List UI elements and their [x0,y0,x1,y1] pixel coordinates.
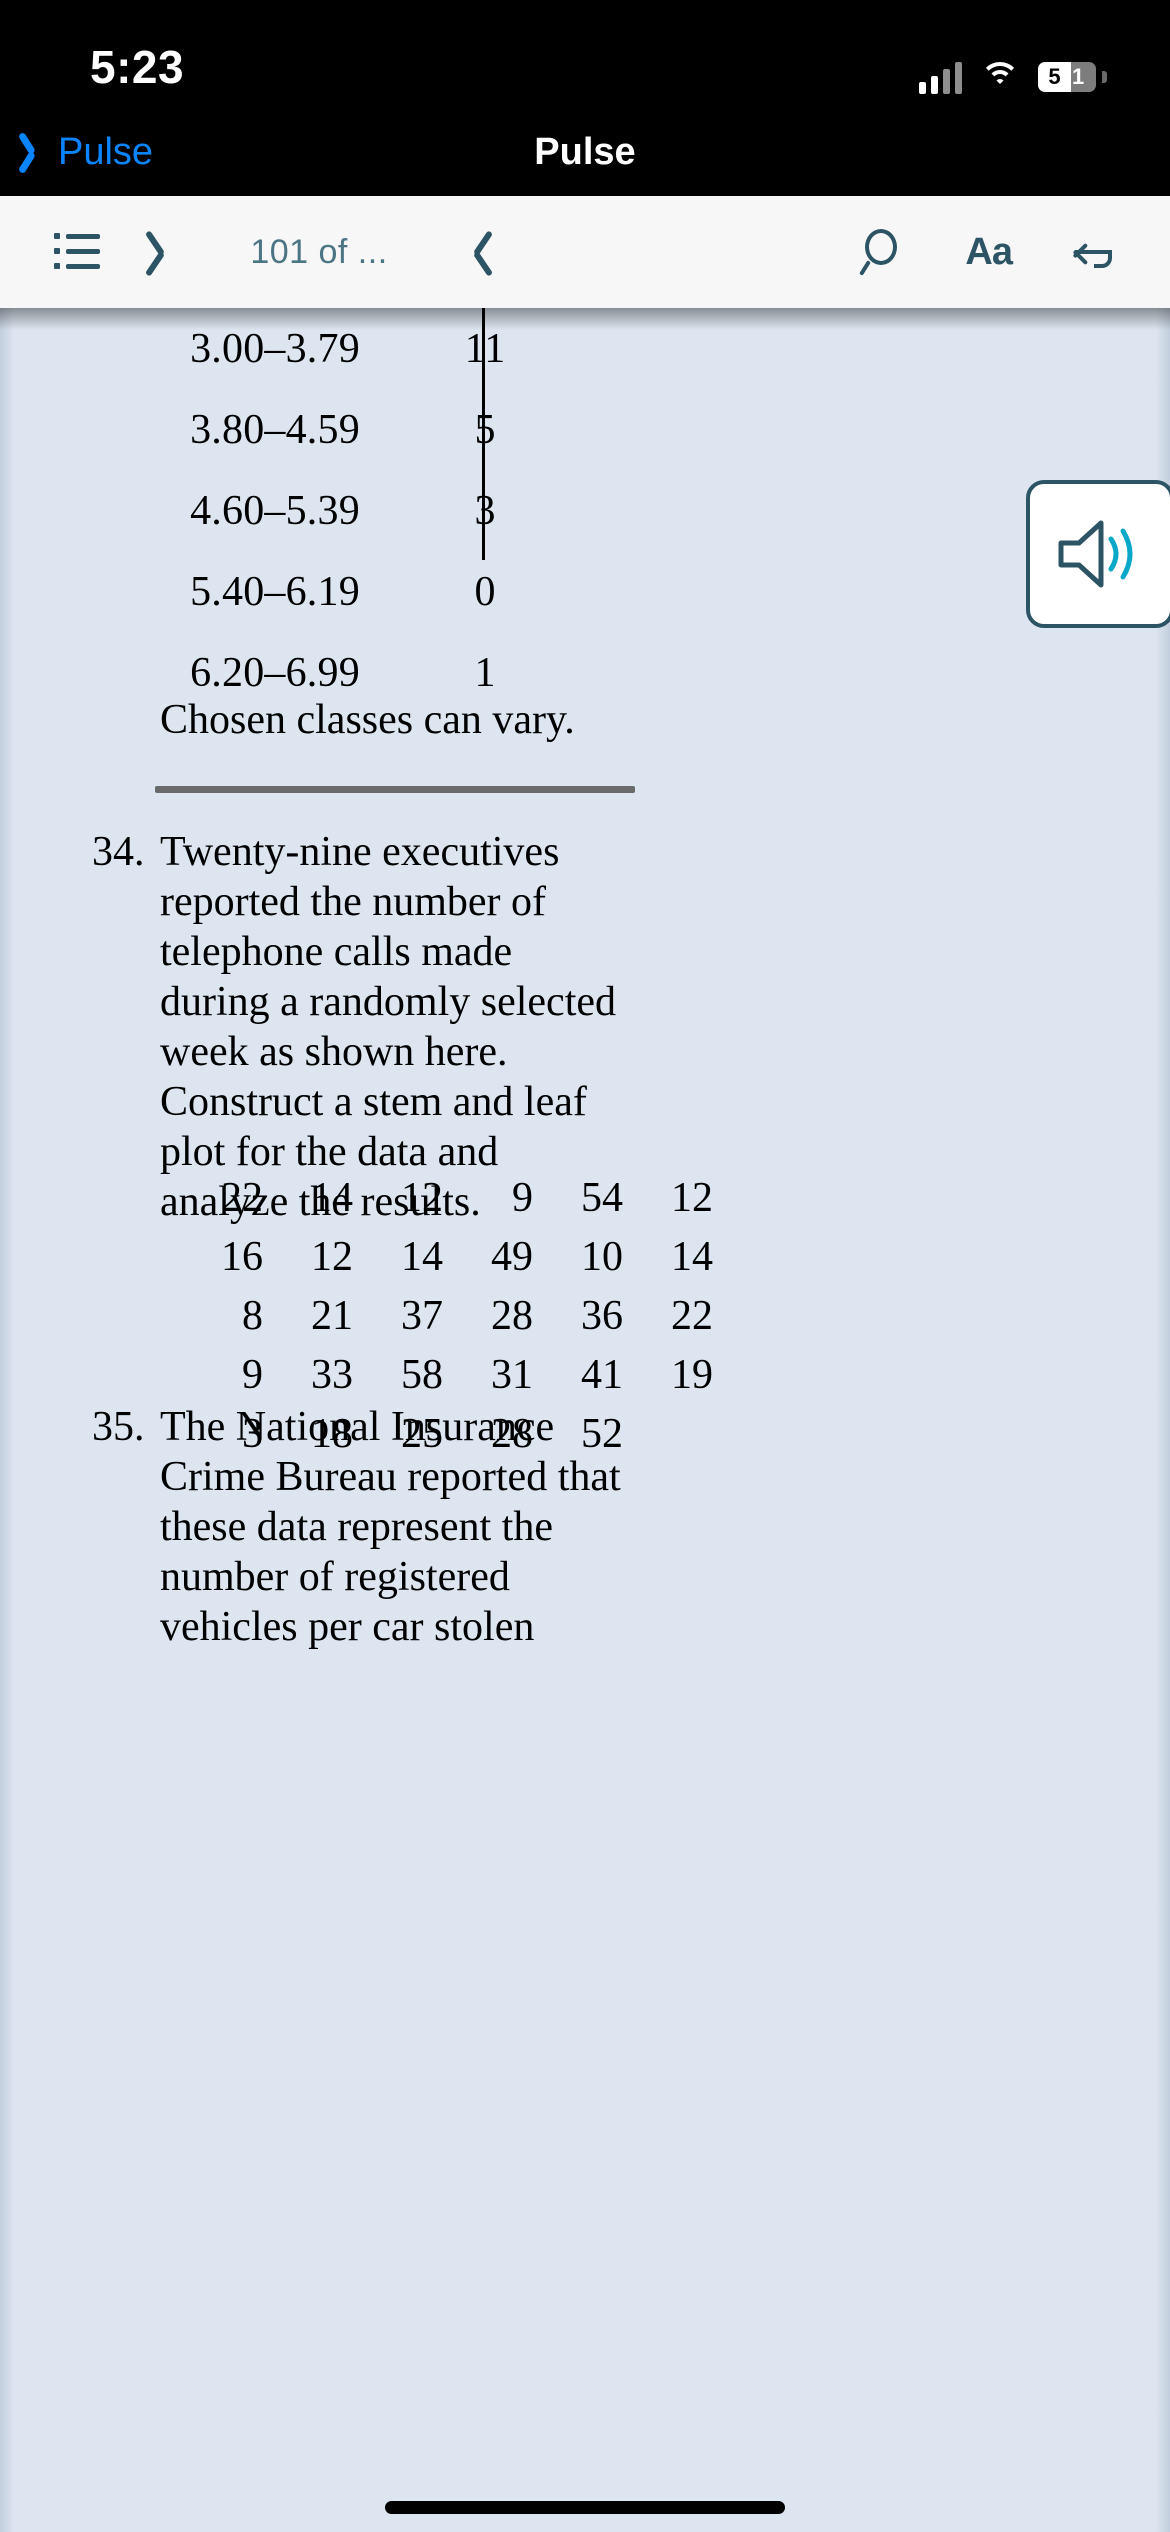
data-cell: 31 [491,1351,533,1398]
data-cell: 19 [671,1351,713,1398]
speaker-volume-icon[interactable] [1026,480,1170,628]
list-contents-icon[interactable] [54,233,100,270]
page-indicator[interactable]: 101 of ... [234,233,404,272]
data-cell: 12 [311,1233,353,1280]
problem-text: The National Insurance Crime Bureau repo… [160,1404,621,1650]
data-cell: 41 [581,1351,623,1398]
cellular-signal-icon [919,60,962,94]
chosen-classes-note: Chosen classes can vary. [160,697,575,743]
class-interval: 3.80–4.59 [190,406,360,453]
class-frequency: 0 [474,568,496,615]
next-page-button[interactable] [458,229,484,275]
problem-number: 34. [92,829,145,875]
data-cell: 36 [581,1292,623,1339]
frequency-distribution-table: 3.00–3.79 11 3.80–4.59 5 4.60–5.39 3 5.4… [160,308,580,713]
status-indicators: 5 1 [919,60,1107,94]
data-cell: 9 [512,1174,533,1221]
status-bar: 5:23 5 1 [0,0,1170,108]
data-cell: 37 [401,1292,443,1339]
class-frequency: 1 [474,649,496,696]
previous-page-button[interactable] [154,229,180,275]
page-edge-left [0,308,14,2532]
home-indicator [385,2501,785,2514]
data-cell: 14 [671,1233,713,1280]
page-edge-right [1156,308,1170,2532]
page-title: Pulse [534,130,636,173]
data-cell: 14 [401,1233,443,1280]
data-cell: 12 [401,1174,443,1221]
data-row: 9 33 58 31 41 19 [200,1345,740,1404]
data-cell: 49 [491,1233,533,1280]
class-interval: 3.00–3.79 [190,325,360,372]
data-cell: 22 [671,1292,713,1339]
class-interval: 4.60–5.39 [190,487,360,534]
data-cell: 14 [311,1174,353,1221]
problem-number: 35. [92,1404,145,1450]
class-frequency: 5 [474,406,496,453]
battery-percent-first: 5 [1048,64,1061,89]
class-frequency: 11 [390,325,580,373]
back-button[interactable]: Pulse [26,131,153,174]
battery-percent-second: 1 [1072,64,1085,89]
class-interval: 5.40–6.19 [190,568,360,615]
table-row: 3.00–3.79 11 [160,308,580,389]
class-interval: 6.20–6.99 [190,649,360,696]
data-cell: 12 [671,1174,713,1221]
chevron-left-icon [26,132,48,172]
data-cell: 22 [221,1174,263,1221]
back-button-label: Pulse [58,130,154,173]
class-frequency: 3 [474,487,496,534]
navigation-bar: Pulse Pulse [0,108,1170,196]
data-cell: 21 [311,1292,353,1339]
data-row: 8 21 37 28 36 22 [200,1286,740,1345]
status-time: 5:23 [90,41,185,93]
wifi-icon [980,62,1020,92]
data-cell: 28 [491,1292,533,1339]
data-row: 16 12 14 49 10 14 [200,1227,740,1286]
table-row: 5.40–6.19 0 [160,551,580,632]
data-row: 22 14 12 9 54 12 [200,1168,740,1227]
document-content[interactable]: 3.00–3.79 11 3.80–4.59 5 4.60–5.39 3 5.4… [0,308,1170,2532]
speaker-glyph [1058,520,1133,588]
reader-toolbar: 101 of ... Aa [0,196,1170,308]
table-row: 3.80–4.59 5 [160,389,580,470]
text-size-button[interactable]: Aa [965,231,1013,274]
table-vertical-rule [482,308,485,560]
battery-icon: 5 1 [1038,61,1107,93]
data-cell: 16 [221,1233,263,1280]
data-cell: 54 [581,1174,623,1221]
table-row: 4.60–5.39 3 [160,470,580,551]
section-divider [155,786,635,793]
data-cell: 8 [242,1292,263,1339]
data-cell: 33 [311,1351,353,1398]
problem-35: 35. The National Insurance Crime Bureau … [92,1403,1110,1653]
data-cell: 9 [242,1351,263,1398]
search-icon[interactable] [859,229,907,276]
data-cell: 58 [401,1351,443,1398]
data-cell: 10 [581,1233,623,1280]
undo-arrow-icon[interactable] [1070,234,1116,270]
